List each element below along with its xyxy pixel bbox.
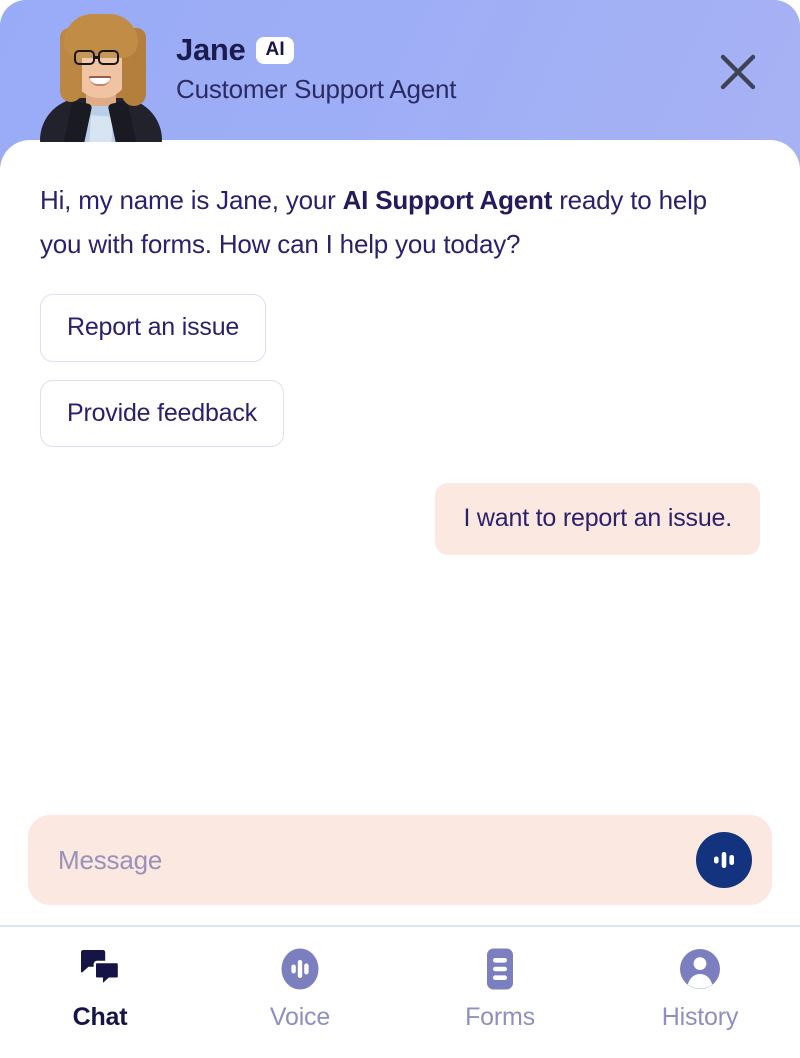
chat-bubbles-icon [79,947,121,991]
nav-item-voice[interactable]: Voice [200,927,400,1058]
nav-label-chat: Chat [72,1003,128,1031]
close-button[interactable] [710,44,766,100]
message-composer[interactable] [28,815,772,905]
agent-name: Jane [176,32,246,67]
waveform-icon [714,852,734,868]
user-message: I want to report an issue. [435,483,760,555]
nav-item-forms[interactable]: Forms [400,927,600,1058]
header-text-block: Jane AI Customer Support Agent [176,32,457,105]
suggestion-report-issue[interactable]: Report an issue [40,294,267,362]
nav-item-history[interactable]: History [600,927,800,1058]
agent-role: Customer Support Agent [176,73,457,104]
bot-message-bold: AI Support Agent [342,185,553,215]
nav-label-history: History [661,1003,739,1031]
message-list: Hi, my name is Jane, your AI Support Age… [0,140,800,555]
waveform-circle-icon [280,947,320,991]
bot-message-part-1: Hi, my name is Jane, your [40,185,343,215]
nav-item-chat[interactable]: Chat [0,927,200,1058]
chat-panel: Hi, my name is Jane, your AI Support Age… [0,140,800,925]
document-lines-icon [482,947,518,991]
bot-message: Hi, my name is Jane, your AI Support Age… [40,178,740,266]
person-circle-icon [679,947,721,991]
avatar [34,2,166,142]
agent-title-row: Jane AI [176,32,456,67]
close-icon [720,54,756,90]
suggestion-provide-feedback[interactable]: Provide feedback [40,379,284,447]
nav-label-forms: Forms [465,1003,535,1031]
ai-badge: AI [256,36,294,64]
nav-label-voice: Voice [269,1003,331,1031]
suggestion-list: Report an issue Provide feedback [40,294,760,447]
bottom-navigation: Chat Voice Forms History [0,927,800,1058]
voice-record-button[interactable] [696,832,752,888]
chat-widget: Jane AI Customer Support Agent Hi, my na… [0,0,800,1058]
user-message-row: I want to report an issue. [40,483,760,555]
message-input[interactable] [58,844,696,876]
